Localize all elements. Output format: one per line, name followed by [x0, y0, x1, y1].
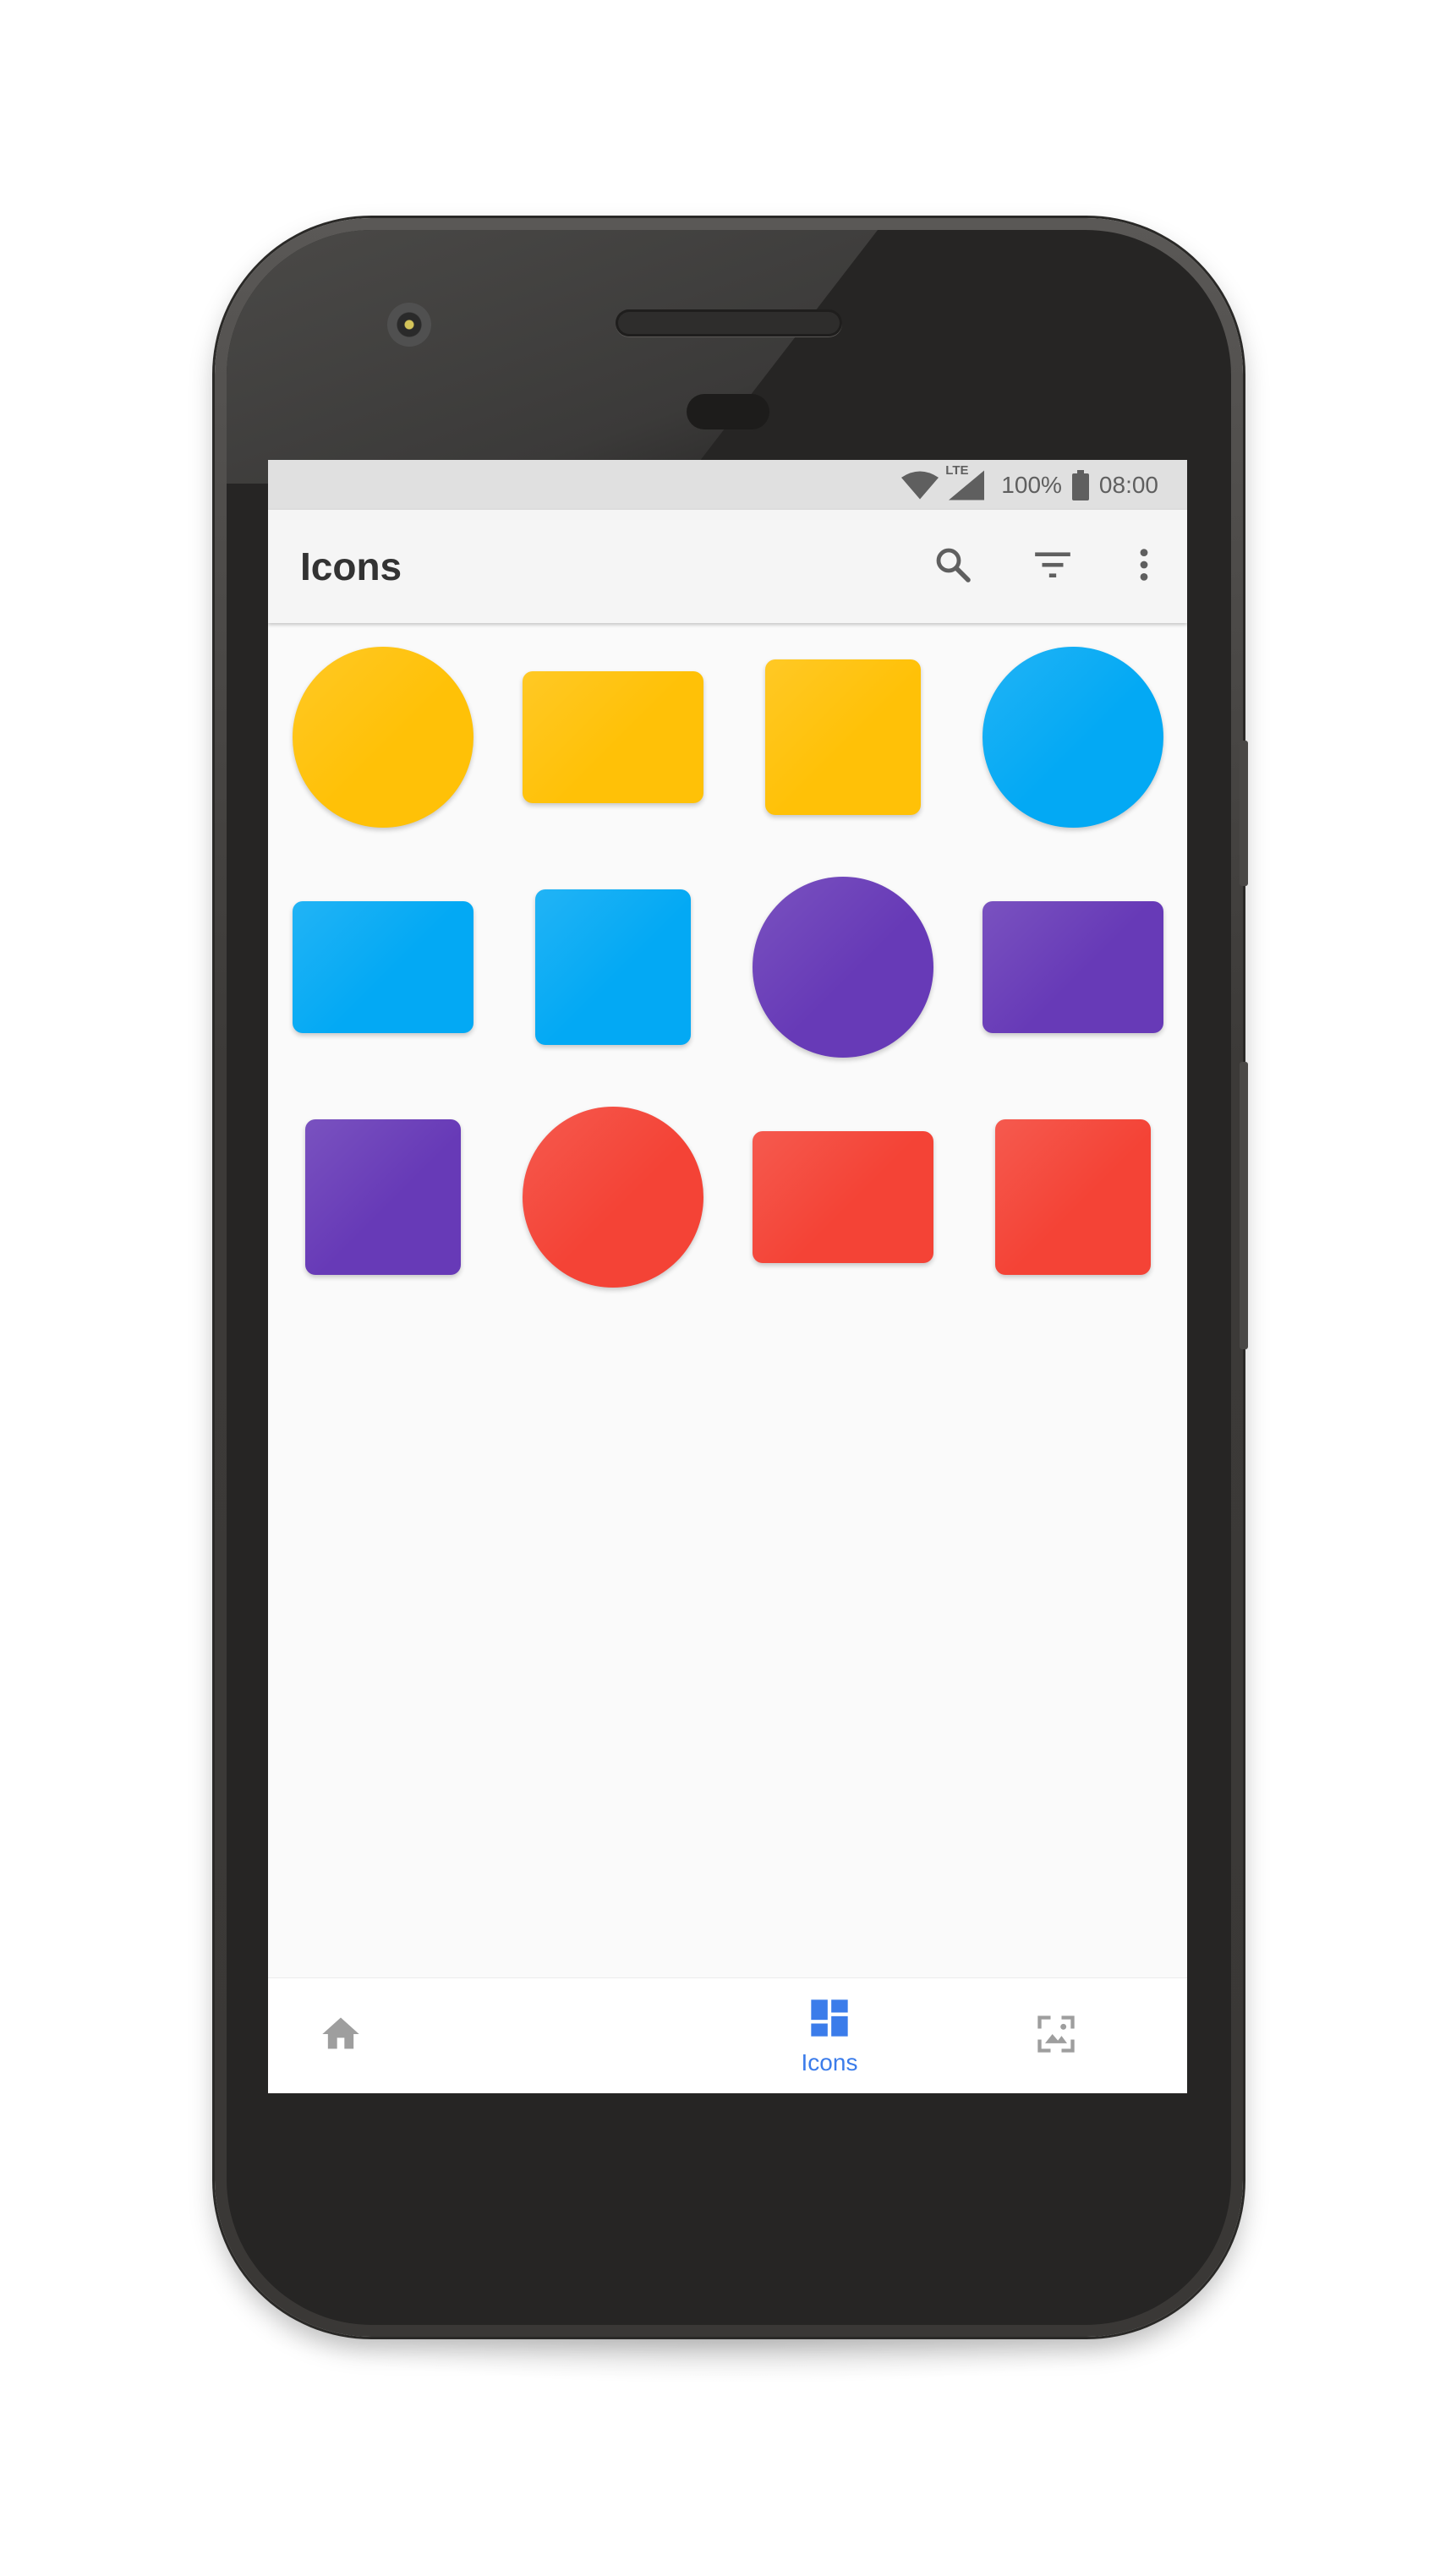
bottom-navigation: Icons	[268, 1977, 1187, 2093]
clock: 08:00	[1098, 471, 1158, 498]
bezel-glare	[227, 230, 878, 484]
nav-icons-label: Icons	[801, 2048, 858, 2076]
screen: LTE 100% 08:00 Icons Icons	[268, 460, 1187, 2093]
page-title: Icons	[300, 544, 402, 588]
nav-home[interactable]	[293, 1978, 388, 2093]
home-icon	[319, 2012, 363, 2060]
blue-rectangle-icon[interactable]	[293, 901, 473, 1033]
power-button	[1240, 741, 1248, 886]
proximity-sensor	[687, 394, 769, 429]
search-icon	[933, 544, 973, 589]
red-rectangle-icon[interactable]	[753, 1131, 933, 1263]
filter-button[interactable]	[1028, 542, 1077, 591]
search-button[interactable]	[928, 542, 977, 591]
blue-circle-icon[interactable]	[983, 647, 1163, 828]
red-circle-icon[interactable]	[523, 1107, 703, 1288]
app-bar: Icons	[268, 510, 1187, 623]
purple-circle-icon[interactable]	[753, 877, 933, 1058]
battery-icon	[1071, 469, 1089, 500]
wallpaper-icon	[1034, 2012, 1078, 2060]
more-vert-icon	[1125, 545, 1163, 588]
yellow-circle-icon[interactable]	[293, 647, 473, 828]
wifi-icon	[901, 471, 939, 500]
nav-icons[interactable]: Icons	[755, 1978, 904, 2093]
purple-square-icon[interactable]	[305, 1119, 461, 1275]
battery-percent: 100%	[1001, 471, 1062, 498]
network-type: LTE	[945, 462, 969, 478]
nav-apply[interactable]	[1173, 1978, 1187, 2093]
dashboard-icon	[807, 1996, 851, 2044]
front-camera	[387, 303, 431, 347]
volume-button	[1240, 1062, 1248, 1349]
yellow-rectangle-icon[interactable]	[523, 671, 703, 803]
cell-signal-icon: LTE	[945, 463, 985, 500]
earpiece-speaker	[616, 309, 842, 336]
filter-icon	[1032, 544, 1074, 590]
yellow-square-icon[interactable]	[765, 659, 921, 815]
purple-rectangle-icon[interactable]	[983, 901, 1163, 1033]
blue-square-icon[interactable]	[535, 889, 691, 1045]
status-bar: LTE 100% 08:00	[268, 460, 1187, 510]
overflow-menu-button[interactable]	[1119, 542, 1169, 591]
nav-wallpapers[interactable]	[1009, 1978, 1103, 2093]
red-square-icon[interactable]	[995, 1119, 1151, 1275]
